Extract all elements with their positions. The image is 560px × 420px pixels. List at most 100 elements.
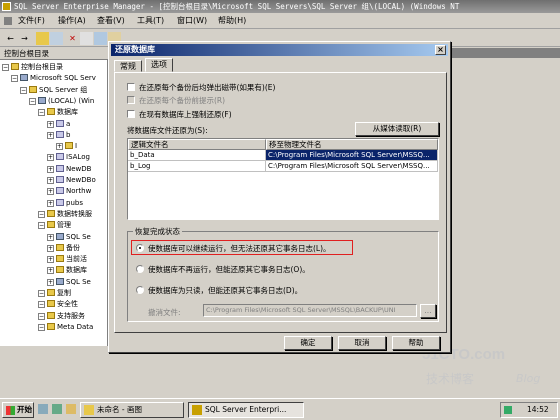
start-button[interactable]: 开始 [2,402,34,418]
file-mapping-grid[interactable]: 逻辑文件名 移至物理文件名 b_Data C:\Program Files\Mi… [127,138,439,220]
tray-icon[interactable] [504,406,512,414]
tree-expander-icon[interactable]: − [38,222,45,230]
tree-expander-icon[interactable]: + [47,165,54,173]
refresh-icon[interactable] [94,32,107,45]
tree-tab[interactable]: 控制台根目录 [0,48,108,60]
tree-item[interactable]: − 数据库 [38,108,78,117]
tree-expander-icon[interactable]: − [2,64,9,71]
help-button[interactable]: 帮助 [392,336,440,350]
tree-item[interactable]: + NewDBo [47,176,96,185]
grid-cell-physical[interactable]: C:\Program Files\Microsoft SQL Server\MS… [266,150,438,161]
tree-expander-icon[interactable]: + [47,267,54,275]
tree-item-label: Microsoft SQL Serv [30,74,96,83]
properties-icon[interactable] [80,32,93,45]
quicklaunch-ie-icon[interactable] [38,404,48,414]
task-paint[interactable]: 未命名 - 画图 [80,402,184,418]
tree-expander-icon[interactable]: − [38,290,45,297]
tree-expander-icon[interactable]: − [20,86,27,94]
grid-cell-physical[interactable]: C:\Program Files\Microsoft SQL Server\MS… [266,161,438,172]
tree-item[interactable]: − SQL Server 组 [20,85,87,95]
grid-cell-logical[interactable]: b_Log [128,161,266,172]
task-enterprise-manager[interactable]: SQL Server Enterpri... [188,402,304,418]
tree-item[interactable]: + a [47,119,70,129]
menu-tools[interactable]: 工具(T) [137,15,164,26]
console-icon[interactable] [4,17,12,25]
tree-item[interactable]: − 管理 [38,221,71,230]
tree-item[interactable]: − 数据转换服 [38,209,92,219]
tab-general[interactable]: 常规 [114,60,142,72]
ok-button[interactable]: 确定 [284,336,332,350]
tree-item[interactable]: − 支持服务 [38,311,85,321]
undo-file-label: 撤消文件: [148,308,181,317]
cancel-button[interactable]: 取消 [338,336,386,350]
delete-icon[interactable]: ✕ [66,32,79,45]
tree-item[interactable]: − Meta Data [38,322,93,332]
tree-item[interactable]: + SQL Se [47,277,91,287]
tree-expander-icon[interactable]: + [47,131,54,139]
quicklaunch-folder-icon[interactable] [66,404,76,414]
eject-tapes-checkbox[interactable] [127,83,135,91]
recovery-operational-label: 使数据库可以继续运行，但无法还原其它事务日志(L)。 [148,244,331,253]
tree-item[interactable]: − 复制 [38,289,71,298]
tree-expander-icon[interactable]: + [47,278,54,286]
tree-item[interactable]: − 安全性 [38,300,78,309]
tree-expander-icon[interactable]: − [38,109,45,117]
tree-item[interactable]: + ISALog [47,153,90,162]
tree-expander-icon[interactable]: − [38,301,45,309]
tree-expander-icon[interactable]: + [47,188,54,196]
quicklaunch-desktop-icon[interactable] [52,404,62,414]
tree-expander-icon[interactable]: − [29,97,36,105]
tree-item[interactable]: + b [47,130,70,140]
recovery-readonly-radio[interactable] [136,286,144,294]
tree-item[interactable]: + 备份 [47,243,80,253]
menu-help[interactable]: 帮助(H) [218,15,246,26]
tree-expander-icon[interactable]: − [38,323,45,331]
tree-item[interactable]: − Microsoft SQL Serv [11,74,96,83]
tree-expander-icon[interactable]: + [47,199,54,207]
tree-node-icon [56,243,64,251]
tree-expander-icon[interactable]: + [47,120,54,128]
tree-expander-icon[interactable]: − [38,312,45,320]
main-title-bar[interactable]: SQL Server Enterprise Manager - [控制台根目录\… [0,0,560,13]
tree-item[interactable]: + NewDB [47,164,91,174]
force-restore-checkbox[interactable] [127,110,135,118]
tree-item[interactable]: + SQL Se [47,232,91,242]
up-folder-icon[interactable] [36,32,49,45]
grid-header-physical[interactable]: 移至物理文件名 [266,139,438,150]
menu-window[interactable]: 窗口(W) [177,15,207,26]
recovery-operational-radio[interactable] [136,244,144,252]
tree-item[interactable]: + I [56,142,77,151]
tree-expander-icon[interactable]: + [47,244,54,252]
tree-item[interactable]: − 控制台根目录 [2,63,63,72]
tree-node-icon [56,164,64,172]
recovery-nonoperational-radio[interactable] [136,265,144,273]
tree-item[interactable]: + Northw [47,187,91,196]
tree-expander-icon[interactable]: − [38,210,45,218]
tree-expander-icon[interactable]: + [47,233,54,241]
menu-view[interactable]: 查看(V) [97,15,125,26]
grid-cell-logical[interactable]: b_Data [128,150,266,161]
show-tree-icon[interactable] [50,32,63,45]
tab-options[interactable]: 选项 [145,58,173,72]
menu-file[interactable]: 文件(F) [18,15,45,26]
tree-node-icon [29,85,37,93]
tree-expander-icon[interactable]: + [56,143,63,151]
read-from-media-button[interactable]: 从媒体读取(R) [355,122,439,136]
tree-item[interactable]: + 当前活 [47,255,87,264]
tree-item[interactable]: + pubs [47,198,83,208]
tree-item-label: 控制台根目录 [21,63,63,71]
tree-expander-icon[interactable]: + [47,177,54,184]
tree-item[interactable]: + 数据库 [47,266,87,275]
close-icon[interactable]: × [435,45,446,55]
tree-expander-icon[interactable]: + [47,256,54,264]
forward-icon[interactable]: → [18,32,31,45]
tree-item[interactable]: − (LOCAL) (Win [29,96,95,106]
tree-expander-icon[interactable]: − [11,75,18,83]
tree-expander-icon[interactable]: + [47,154,54,162]
dialog-title-bar[interactable]: 还原数据库 × [111,44,448,56]
grid-header-logical[interactable]: 逻辑文件名 [128,139,266,150]
menu-action[interactable]: 操作(A) [58,15,86,26]
tree-item-label: (LOCAL) (Win [48,96,95,105]
menu-bar: 文件(F) 操作(A) 查看(V) 工具(T) 窗口(W) 帮助(H) [0,13,560,29]
back-icon[interactable]: ← [4,32,17,45]
